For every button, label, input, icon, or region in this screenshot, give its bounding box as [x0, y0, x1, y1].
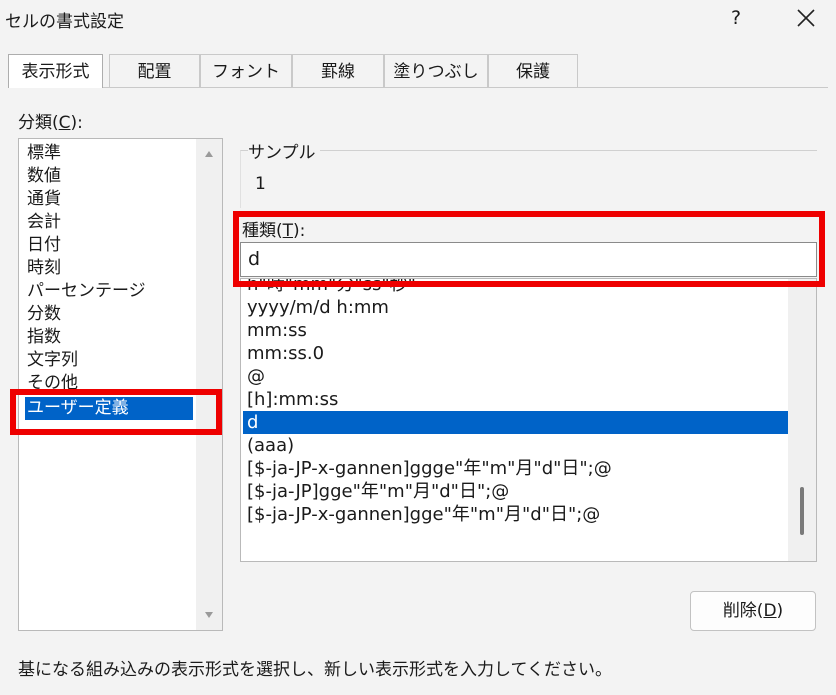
scroll-up-icon[interactable] [205, 151, 213, 157]
category-item-text[interactable]: 文字列 [25, 349, 78, 372]
format-item[interactable]: (aaa) [243, 434, 792, 457]
category-item-standard[interactable]: 標準 [25, 142, 61, 165]
help-button[interactable]: ? [722, 4, 750, 32]
sample-label: サンプル [248, 138, 320, 163]
category-item-number[interactable]: 数値 [25, 165, 61, 188]
category-item-percentage[interactable]: パーセンテージ [25, 280, 146, 303]
tab-border[interactable]: 罫線 [292, 54, 384, 88]
tab-protection[interactable]: 保護 [488, 54, 578, 88]
category-item-date[interactable]: 日付 [25, 234, 61, 257]
category-scrollbar[interactable] [196, 139, 222, 630]
category-item-fraction[interactable]: 分数 [25, 303, 61, 326]
sample-value: 1 [255, 174, 266, 194]
sample-group [240, 150, 817, 208]
format-item[interactable]: @ [243, 365, 792, 388]
format-listbox[interactable]: h"時"mm"分"ss"秒" yyyy/m/d h:mm mm:ss mm:ss… [240, 278, 817, 562]
title-bar: セルの書式設定 ? [0, 0, 836, 38]
category-item-currency[interactable]: 通貨 [25, 188, 61, 211]
hint-text: 基になる組み込みの表示形式を選択し、新しい表示形式を入力してください。 [18, 660, 612, 680]
highlight-box-category [10, 389, 222, 435]
close-icon [797, 9, 815, 27]
format-scrollbar[interactable] [788, 279, 816, 561]
tab-alignment[interactable]: 配置 [109, 54, 200, 88]
delete-button[interactable]: 削除(D) [690, 591, 816, 631]
format-item[interactable]: [h]:mm:ss [243, 388, 792, 411]
tab-fill[interactable]: 塗りつぶし [384, 54, 488, 88]
category-item-time[interactable]: 時刻 [25, 257, 61, 280]
highlight-box-type [233, 211, 825, 287]
format-item[interactable]: mm:ss.0 [243, 342, 792, 365]
format-item[interactable]: [$-ja-JP-x-gannen]gge"年"m"月"d"日";@ [243, 503, 792, 526]
scroll-down-icon[interactable] [205, 612, 213, 618]
close-button[interactable] [790, 4, 822, 32]
dialog-title: セルの書式設定 [5, 12, 124, 32]
tab-font[interactable]: フォント [200, 54, 292, 88]
tab-number[interactable]: 表示形式 [8, 54, 103, 88]
category-item-accounting[interactable]: 会計 [25, 211, 61, 234]
category-listbox[interactable]: 標準 数値 通貨 会計 日付 時刻 パーセンテージ 分数 指数 文字列 その他 … [18, 138, 223, 631]
category-item-scientific[interactable]: 指数 [25, 326, 61, 349]
format-item[interactable]: [$-ja-JP]gge"年"m"月"d"日";@ [243, 480, 792, 503]
format-item[interactable]: mm:ss [243, 319, 792, 342]
category-label: 分類(C): [18, 113, 83, 133]
format-item[interactable]: yyyy/m/d h:mm [243, 296, 792, 319]
scrollbar-thumb[interactable] [800, 487, 804, 535]
format-item-selected[interactable]: d [243, 411, 792, 434]
format-item[interactable]: [$-ja-JP-x-gannen]ggge"年"m"月"d"日";@ [243, 457, 792, 480]
